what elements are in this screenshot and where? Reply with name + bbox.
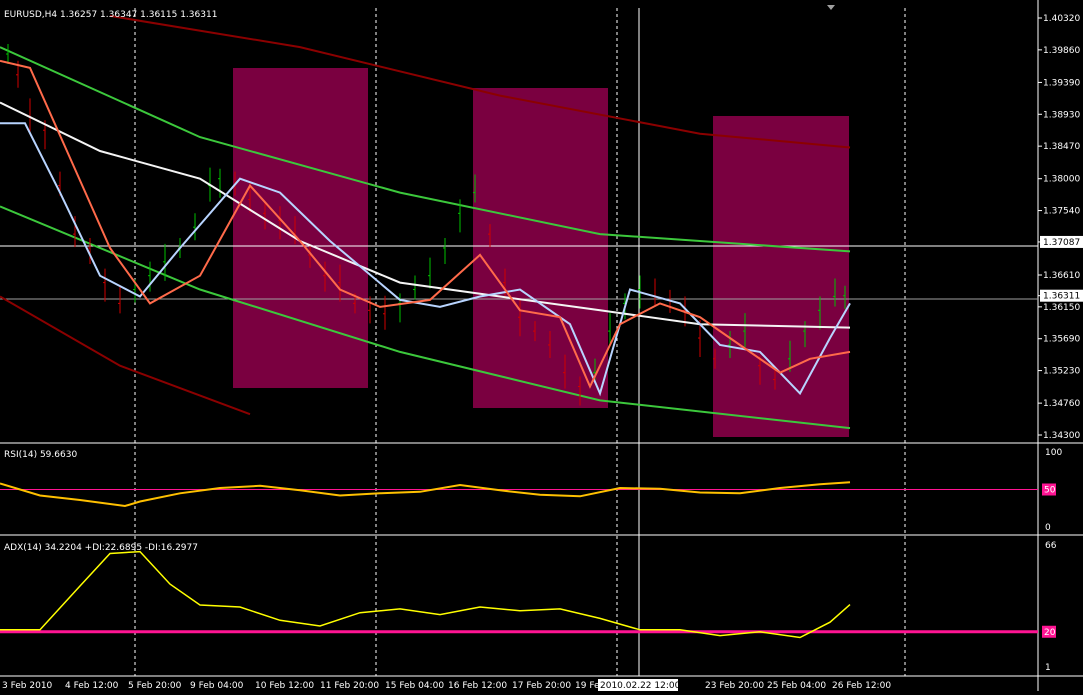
rsi-tick-0: 0: [1045, 523, 1051, 533]
time-label: 17 Feb 20:00: [512, 681, 571, 691]
highlight-box-2: [473, 88, 608, 408]
price-tick-label: 1.38930: [1043, 110, 1080, 120]
time-label: 26 Feb 12:00: [832, 681, 891, 691]
adx-tick-1: 1: [1045, 663, 1051, 673]
chart-svg[interactable]: 1.40320 1.39860 1.39390 1.38930 1.38470 1.380…: [0, 0, 1083, 691]
price-tick-label: 1.36610: [1043, 271, 1080, 281]
price-tick-label: 1.34300: [1043, 431, 1080, 441]
time-label: 4 Feb 12:00: [65, 681, 119, 691]
price-marker-label: 1.36311: [1043, 292, 1080, 302]
time-label: 3 Feb 2010: [2, 681, 53, 691]
price-tick-label: 1.36150: [1043, 303, 1080, 313]
time-label: 11 Feb 20:00: [320, 681, 379, 691]
time-label: 15 Feb 04:00: [385, 681, 444, 691]
price-tick-label: 1.39860: [1043, 46, 1080, 56]
price-tick-label: 1.35230: [1043, 367, 1080, 377]
adx-label: ADX(14) 34.2204 +DI:22.6895 -DI:16.2977: [4, 543, 198, 553]
price-marker-label: 1.37087: [1043, 238, 1080, 248]
adx-tick-66: 66: [1045, 541, 1057, 551]
rsi-tick-100: 100: [1045, 448, 1062, 458]
crosshair-time-label: 2010.02.22 12:00: [600, 681, 681, 691]
chart-terminal: 1.40320 1.39860 1.39390 1.38930 1.38470 1.380…: [0, 0, 1083, 691]
price-tick-label: 1.39390: [1043, 78, 1080, 88]
rsi-level-label: 50: [1044, 486, 1056, 496]
price-tick-label: 1.35690: [1043, 335, 1080, 345]
price-tick-label: 1.38470: [1043, 142, 1080, 152]
price-tick-label: 1.34760: [1043, 399, 1080, 409]
price-tick-label: 1.40320: [1043, 14, 1080, 24]
adx-level-label: 20: [1044, 628, 1056, 638]
main-label: EURUSD,H4 1.36257 1.36347 1.36115 1.3631…: [4, 10, 217, 20]
price-tick-label: 1.38000: [1043, 175, 1080, 185]
time-label: 5 Feb 20:00: [128, 681, 182, 691]
time-label: 16 Feb 12:00: [448, 681, 507, 691]
time-label: 9 Feb 04:00: [190, 681, 244, 691]
time-label: 23 Feb 20:00: [705, 681, 764, 691]
rsi-label: RSI(14) 59.6630: [4, 450, 77, 460]
highlight-box-3: [713, 116, 849, 437]
highlight-box-1: [233, 68, 368, 388]
price-tick-label: 1.37540: [1043, 207, 1080, 217]
time-label: 25 Feb 04:00: [767, 681, 826, 691]
time-label: 10 Feb 12:00: [255, 681, 314, 691]
